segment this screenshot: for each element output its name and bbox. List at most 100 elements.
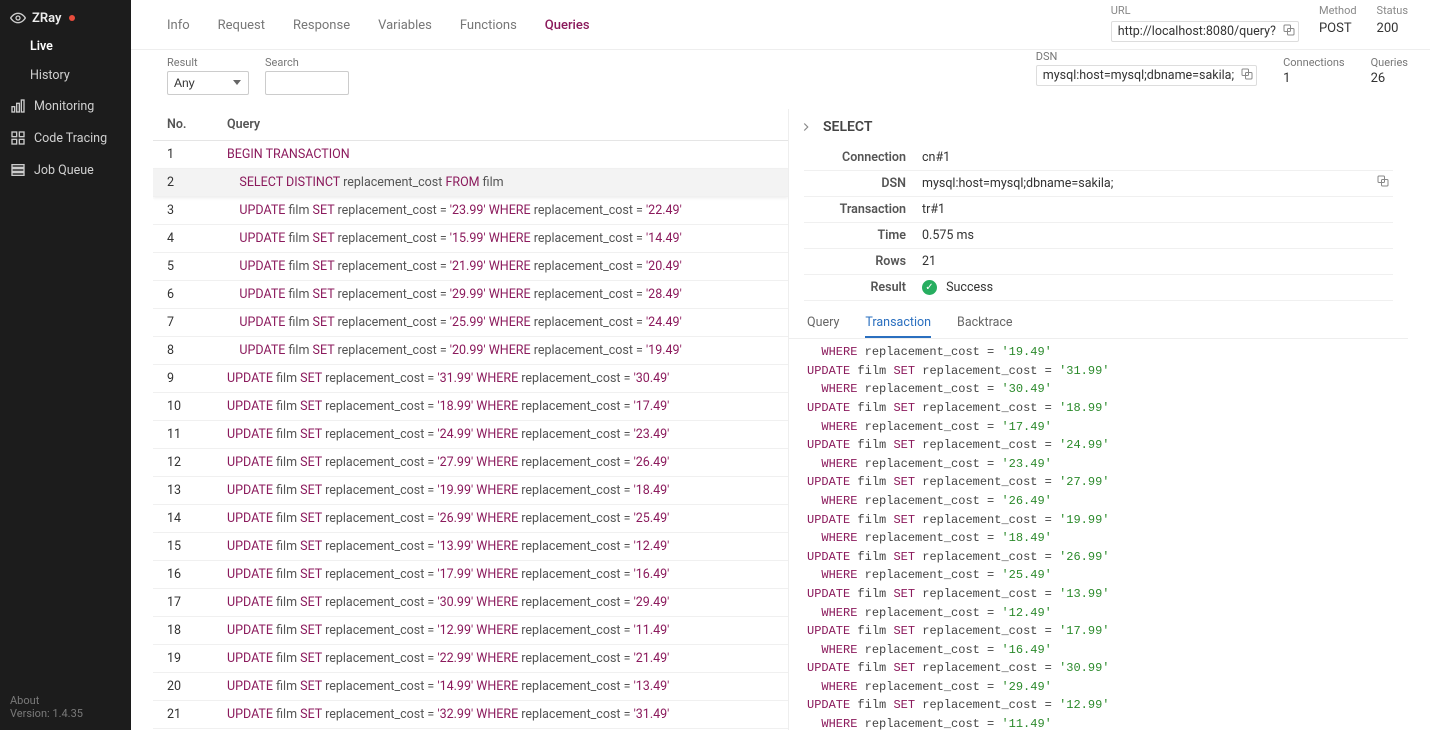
- kv-result-text: Success: [946, 280, 993, 295]
- kv-rows-k: Rows: [804, 249, 914, 275]
- kv-transaction-v: tr#1: [914, 197, 1393, 223]
- table-row[interactable]: 13UPDATE film SET replacement_cost = '19…: [153, 477, 788, 505]
- monitoring-icon: [10, 98, 26, 114]
- table-row[interactable]: 20UPDATE film SET replacement_cost = '14…: [153, 673, 788, 701]
- tab-request[interactable]: Request: [218, 18, 265, 49]
- kv-time-k: Time: [804, 223, 914, 249]
- search-label: Search: [265, 56, 349, 69]
- sidebar-item-code-tracing[interactable]: Code Tracing: [0, 122, 131, 154]
- col-query[interactable]: Query: [213, 109, 788, 141]
- subtab-backtrace[interactable]: Backtrace: [957, 315, 1013, 338]
- table-row[interactable]: 2 SELECT DISTINCT replacement_cost FROM …: [153, 169, 788, 197]
- table-row[interactable]: 17UPDATE film SET replacement_cost = '30…: [153, 589, 788, 617]
- status-label: Status: [1377, 4, 1408, 17]
- table-row[interactable]: 1BEGIN TRANSACTION: [153, 141, 788, 169]
- result-filter-select[interactable]: Any: [167, 71, 249, 95]
- sidebar-item-monitoring[interactable]: Monitoring: [0, 90, 131, 122]
- cell-query: UPDATE film SET replacement_cost = '29.9…: [213, 281, 788, 309]
- table-row[interactable]: 14UPDATE film SET replacement_cost = '26…: [153, 505, 788, 533]
- kv-result-v: ✓ Success: [914, 275, 1393, 301]
- tab-info[interactable]: Info: [167, 18, 190, 49]
- tab-queries[interactable]: Queries: [545, 18, 590, 49]
- cell-no: 3: [153, 197, 213, 225]
- app-title: ZRay: [32, 11, 61, 26]
- kv-time-v: 0.575 ms: [914, 223, 1393, 249]
- table-row[interactable]: 7 UPDATE film SET replacement_cost = '25…: [153, 309, 788, 337]
- eye-icon: [10, 10, 26, 26]
- table-row[interactable]: 19UPDATE film SET replacement_cost = '22…: [153, 645, 788, 673]
- cell-no: 17: [153, 589, 213, 617]
- table-row[interactable]: 15UPDATE film SET replacement_cost = '13…: [153, 533, 788, 561]
- cell-no: 10: [153, 393, 213, 421]
- sidebar-item-job-queue[interactable]: Job Queue: [0, 154, 131, 186]
- cell-query: UPDATE film SET replacement_cost = '32.9…: [213, 701, 788, 729]
- cell-no: 1: [153, 141, 213, 169]
- version-text: Version: 1.4.35: [10, 707, 121, 720]
- cell-query: UPDATE film SET replacement_cost = '31.9…: [213, 365, 788, 393]
- url-value: http://localhost:8080/query?: [1118, 24, 1276, 39]
- sidebar-item-label: Monitoring: [34, 99, 94, 114]
- dsn-value: mysql:host=mysql;dbname=sakila;: [1043, 68, 1234, 83]
- cell-no: 8: [153, 337, 213, 365]
- detail-subtabs: Query Transaction Backtrace: [789, 309, 1408, 339]
- cell-query: UPDATE film SET replacement_cost = '30.9…: [213, 589, 788, 617]
- subtab-transaction[interactable]: Transaction: [865, 315, 931, 338]
- cell-query: SELECT DISTINCT replacement_cost FROM fi…: [213, 169, 788, 197]
- table-row[interactable]: 12UPDATE film SET replacement_cost = '27…: [153, 449, 788, 477]
- cell-no: 21: [153, 701, 213, 729]
- copy-dsn-icon[interactable]: [1241, 68, 1253, 83]
- table-row[interactable]: 3 UPDATE film SET replacement_cost = '23…: [153, 197, 788, 225]
- cell-no: 18: [153, 617, 213, 645]
- copy-dsn-detail-icon[interactable]: [1377, 175, 1389, 190]
- table-row[interactable]: 9UPDATE film SET replacement_cost = '31.…: [153, 365, 788, 393]
- sidebar-footer: About Version: 1.4.35: [0, 688, 131, 730]
- kv-result-k: Result: [804, 275, 914, 301]
- cell-no: 19: [153, 645, 213, 673]
- sidebar-item-live[interactable]: Live: [0, 32, 131, 61]
- status-value: 200: [1377, 21, 1399, 36]
- subtab-query[interactable]: Query: [807, 315, 839, 338]
- dsn-value-box: mysql:host=mysql;dbname=sakila;: [1036, 65, 1257, 86]
- table-row[interactable]: 10UPDATE film SET replacement_cost = '18…: [153, 393, 788, 421]
- url-label: URL: [1111, 4, 1131, 17]
- table-row[interactable]: 8 UPDATE film SET replacement_cost = '20…: [153, 337, 788, 365]
- queries-table-wrap[interactable]: No. Query 1BEGIN TRANSACTION2 SELECT DIS…: [153, 109, 788, 730]
- queries-count-value: 26: [1371, 71, 1408, 86]
- cell-query: UPDATE film SET replacement_cost = '14.9…: [213, 673, 788, 701]
- copy-url-icon[interactable]: [1283, 24, 1295, 39]
- about-link[interactable]: About: [10, 694, 121, 707]
- cell-no: 2: [153, 169, 213, 197]
- table-row[interactable]: 11UPDATE film SET replacement_cost = '24…: [153, 421, 788, 449]
- table-row[interactable]: 6 UPDATE film SET replacement_cost = '29…: [153, 281, 788, 309]
- search-input[interactable]: [265, 71, 349, 95]
- cell-query: UPDATE film SET replacement_cost = '17.9…: [213, 561, 788, 589]
- table-row[interactable]: 18UPDATE film SET replacement_cost = '12…: [153, 617, 788, 645]
- cell-no: 11: [153, 421, 213, 449]
- url-value-box: http://localhost:8080/query?: [1111, 21, 1299, 42]
- tab-variables[interactable]: Variables: [378, 18, 432, 49]
- collapse-icon[interactable]: [799, 120, 813, 134]
- table-row[interactable]: 16UPDATE film SET replacement_cost = '17…: [153, 561, 788, 589]
- method-value: POST: [1319, 21, 1352, 36]
- cell-no: 16: [153, 561, 213, 589]
- connections-label: Connections: [1283, 56, 1344, 69]
- table-row[interactable]: 4 UPDATE film SET replacement_cost = '15…: [153, 225, 788, 253]
- table-row[interactable]: 5 UPDATE film SET replacement_cost = '21…: [153, 253, 788, 281]
- cell-query: UPDATE film SET replacement_cost = '27.9…: [213, 449, 788, 477]
- cell-query: UPDATE film SET replacement_cost = '12.9…: [213, 617, 788, 645]
- top-tabs: Info Request Response Variables Function…: [131, 0, 1430, 50]
- sidebar: ZRay Live History Monitoring Code Tracin…: [0, 0, 131, 730]
- detail-panel: SELECT Connection cn#1 DSN mysql:host=my…: [788, 109, 1408, 730]
- sidebar-item-label: Code Tracing: [34, 131, 107, 146]
- sidebar-item-history[interactable]: History: [0, 61, 131, 90]
- kv-rows-v: 21: [914, 249, 1393, 275]
- sidebar-item-label: Job Queue: [34, 163, 94, 178]
- tab-functions[interactable]: Functions: [460, 18, 517, 49]
- transaction-sql-block[interactable]: WHERE replacement_cost = '19.49' UPDATE …: [789, 339, 1408, 730]
- cell-query: BEGIN TRANSACTION: [213, 141, 788, 169]
- cell-query: UPDATE film SET replacement_cost = '23.9…: [213, 197, 788, 225]
- cell-no: 6: [153, 281, 213, 309]
- tab-response[interactable]: Response: [293, 18, 350, 49]
- table-row[interactable]: 21UPDATE film SET replacement_cost = '32…: [153, 701, 788, 729]
- col-no[interactable]: No.: [153, 109, 213, 141]
